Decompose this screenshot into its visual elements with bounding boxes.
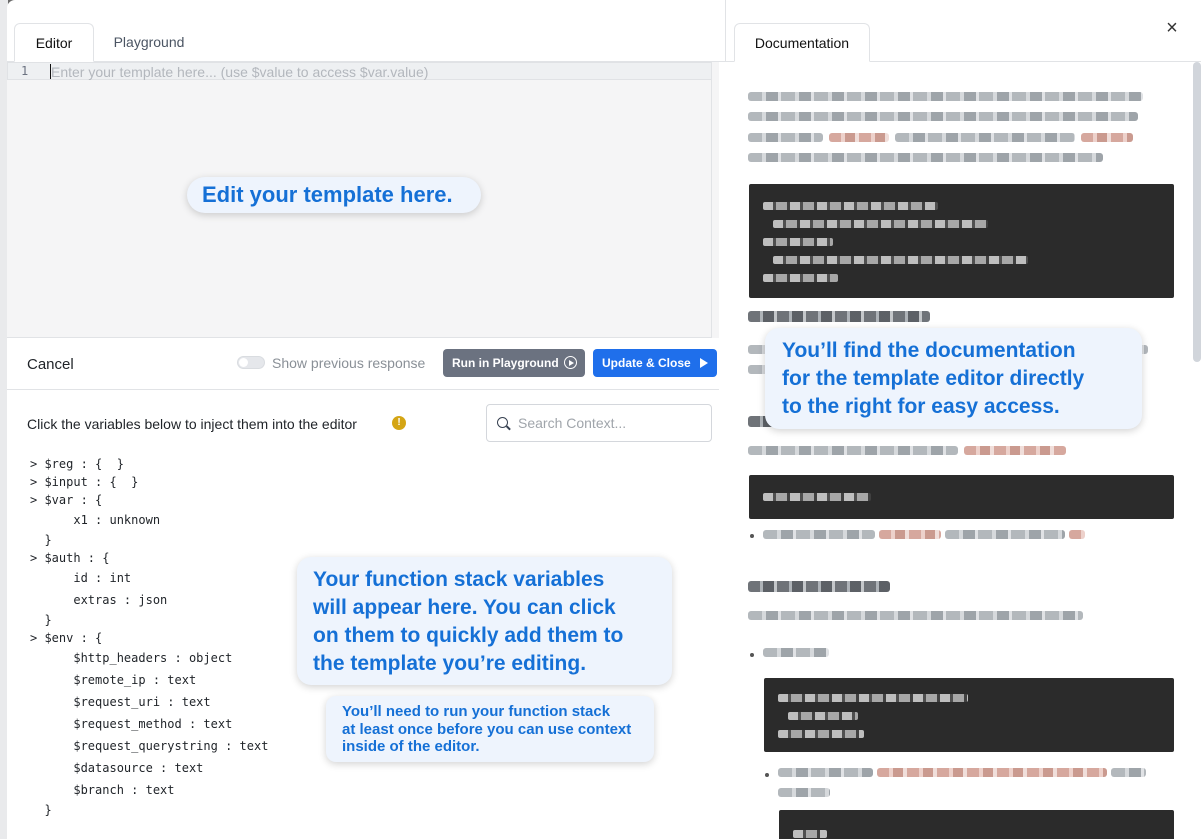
documentation-panel bbox=[719, 62, 1194, 839]
doc-text-blurred bbox=[778, 788, 830, 797]
doc-link-blurred bbox=[877, 768, 1107, 777]
doc-heading-blurred bbox=[748, 581, 890, 592]
variable-reg[interactable]: > $reg : { } bbox=[30, 457, 124, 473]
variables-hint-callout: Your function stack variables will appea… bbox=[297, 557, 672, 685]
doc-code-block bbox=[779, 810, 1174, 839]
variable-auth-id[interactable]: id : int bbox=[30, 571, 131, 587]
editor-toolbar: Cancel Show previous response Run in Pla… bbox=[7, 338, 726, 390]
doc-link-blurred bbox=[1081, 133, 1133, 142]
doc-heading-blurred bbox=[748, 311, 930, 322]
doc-text-blurred bbox=[778, 768, 873, 777]
doc-text-blurred bbox=[748, 611, 1083, 620]
docs-hint-callout: You’ll find the documentation for the te… bbox=[765, 328, 1142, 429]
doc-link-blurred bbox=[829, 133, 889, 142]
search-icon bbox=[497, 417, 508, 428]
context-title: Click the variables below to inject them… bbox=[27, 416, 357, 432]
variable-env-request-method[interactable]: $request_method : text bbox=[30, 717, 232, 733]
tab-editor[interactable]: Editor bbox=[14, 23, 94, 62]
doc-text-blurred bbox=[945, 530, 1065, 539]
variable-env-datasource[interactable]: $datasource : text bbox=[30, 761, 203, 777]
show-previous-toggle[interactable] bbox=[237, 356, 265, 369]
play-circle-icon bbox=[564, 356, 577, 369]
variable-env-remote-ip[interactable]: $remote_ip : text bbox=[30, 673, 196, 689]
tab-documentation[interactable]: Documentation bbox=[734, 23, 870, 62]
editor-hint-callout: Edit your template here. bbox=[187, 177, 481, 213]
doc-text-blurred bbox=[748, 133, 823, 142]
doc-text-blurred bbox=[895, 133, 1075, 142]
tree-close-brace: } bbox=[30, 613, 52, 627]
documentation-scrollbar[interactable] bbox=[1193, 62, 1201, 362]
editor-tabs: Editor Playground bbox=[7, 0, 726, 62]
variable-var[interactable]: > $var : { bbox=[30, 493, 102, 509]
tab-playground[interactable]: Playground bbox=[104, 23, 194, 62]
variable-env[interactable]: > $env : { bbox=[30, 631, 102, 647]
doc-text-blurred bbox=[748, 153, 1103, 162]
doc-text-blurred bbox=[1111, 768, 1146, 777]
run-in-playground-button[interactable]: Run in Playground bbox=[443, 349, 585, 377]
doc-text-blurred bbox=[748, 112, 1138, 121]
play-icon bbox=[700, 358, 708, 368]
context-search bbox=[486, 404, 712, 442]
variable-env-request-uri[interactable]: $request_uri : text bbox=[30, 695, 210, 711]
run-button-label: Run in Playground bbox=[452, 356, 559, 370]
variable-env-request-querystring[interactable]: $request_querystring : text bbox=[30, 739, 268, 755]
doc-text-blurred bbox=[763, 648, 829, 657]
show-previous-label: Show previous response bbox=[272, 355, 426, 371]
cancel-button[interactable]: Cancel bbox=[27, 356, 74, 373]
variable-env-branch[interactable]: $branch : text bbox=[30, 783, 174, 799]
doc-code-block bbox=[749, 184, 1174, 298]
run-hint-callout: You’ll need to run your function stack a… bbox=[326, 696, 654, 762]
documentation-tabs: Documentation bbox=[726, 0, 1201, 62]
doc-code-block bbox=[749, 475, 1174, 519]
update-button-label: Update & Close bbox=[602, 356, 691, 370]
doc-text-blurred bbox=[748, 92, 1143, 101]
tree-close-brace: } bbox=[30, 803, 52, 817]
doc-link-blurred bbox=[964, 446, 1066, 455]
variable-var-x1[interactable]: x1 : unknown bbox=[30, 513, 160, 529]
doc-code-block bbox=[764, 678, 1174, 752]
doc-text-blurred bbox=[748, 446, 958, 455]
update-close-button[interactable]: Update & Close bbox=[593, 349, 717, 377]
doc-link-blurred bbox=[879, 530, 941, 539]
editor-placeholder: Enter your template here... (use $value … bbox=[51, 64, 429, 80]
close-icon[interactable]: × bbox=[1162, 18, 1182, 38]
doc-text-blurred bbox=[763, 530, 875, 539]
variable-env-http-headers[interactable]: $http_headers : object bbox=[30, 651, 232, 667]
variable-input[interactable]: > $input : { } bbox=[30, 475, 138, 491]
warning-icon[interactable]: ! bbox=[392, 416, 406, 430]
search-input[interactable] bbox=[518, 413, 706, 433]
line-number: 1 bbox=[21, 64, 29, 78]
tree-close-brace: } bbox=[30, 533, 52, 547]
variable-auth[interactable]: > $auth : { bbox=[30, 551, 109, 567]
variable-auth-extras[interactable]: extras : json bbox=[30, 593, 167, 609]
doc-link-blurred bbox=[1069, 530, 1085, 539]
